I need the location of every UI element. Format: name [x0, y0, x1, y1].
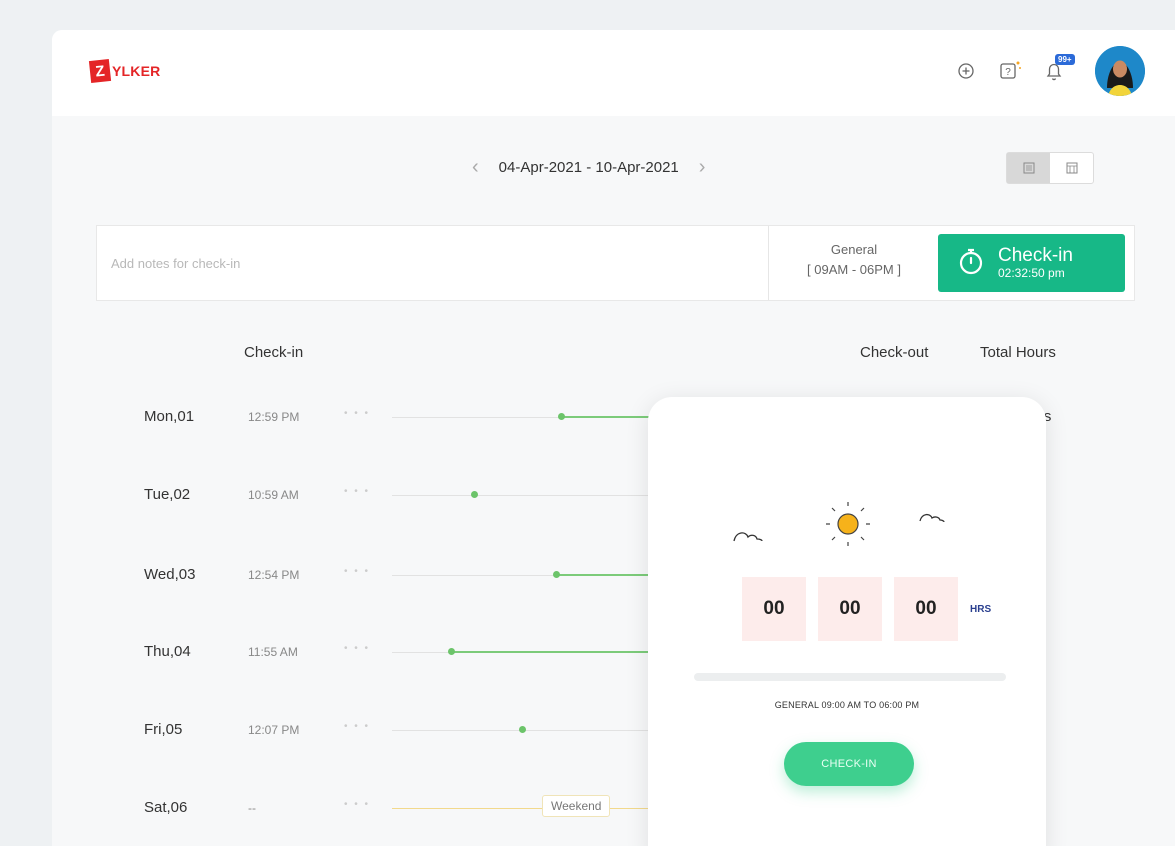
calendar-view-button[interactable] — [1050, 153, 1093, 183]
cloud-icon — [919, 513, 945, 523]
checkin-button-text: Check-in 02:32:50 pm — [998, 244, 1073, 280]
row-day: Thu,04 — [144, 643, 191, 660]
top-bar: Z YLKER ? 99+ — [52, 30, 1175, 116]
row-dots: • • • — [344, 408, 371, 419]
shift-hours: [ 09AM - 06PM ] — [807, 262, 901, 277]
row-checkin-time: 11:55 AM — [248, 645, 298, 659]
notification-badge: 99+ — [1055, 54, 1075, 65]
popup-checkin-button[interactable]: CHECK-IN — [784, 742, 914, 786]
timeline-dot — [448, 648, 455, 655]
stopwatch-icon — [956, 246, 986, 281]
row-checkin-time: 12:59 PM — [248, 410, 300, 424]
chevron-left-icon[interactable]: ‹ — [472, 156, 479, 179]
timeline-track — [392, 730, 672, 731]
column-header-checkout: Check-out — [860, 344, 929, 361]
checkin-button-time: 02:32:50 pm — [998, 265, 1065, 280]
notification-bell-icon[interactable]: 99+ — [1041, 54, 1075, 84]
add-circle-icon[interactable] — [953, 58, 979, 84]
svg-text:?: ? — [1005, 67, 1011, 78]
timeline-dot — [519, 726, 526, 733]
column-header-total-hours: Total Hours — [980, 344, 1056, 361]
timeline-dot — [558, 413, 565, 420]
row-dots: • • • — [344, 721, 371, 732]
timeline-track — [392, 495, 672, 496]
brand-logo[interactable]: Z YLKER — [88, 59, 161, 83]
row-dots: • • • — [344, 799, 371, 810]
weekend-tag: Weekend — [542, 795, 611, 817]
row-day: Mon,01 — [144, 408, 195, 425]
counter-unit: HRS — [970, 603, 992, 615]
row-checkin-time: 12:07 PM — [248, 723, 300, 737]
checkin-button[interactable]: Check-in 02:32:50 pm — [938, 234, 1125, 292]
minutes-counter-digit: 00 — [818, 577, 882, 641]
hours-counter-digit: 00 — [742, 577, 806, 641]
row-checkin-time: 12:54 PM — [248, 568, 300, 582]
checkin-popup: 00 00 00 HRS GENERAL 09:00 AM TO 06:00 P… — [648, 397, 1046, 846]
calendar-view-icon — [1066, 162, 1077, 174]
hours-counter: 00 00 00 HRS — [742, 577, 991, 641]
date-range-label: 04-Apr-2021 - 10-Apr-2021 — [498, 159, 679, 176]
app-window: Z YLKER ? 99+ ‹ 04-Apr-2021 - 10-Apr-202… — [52, 30, 1175, 846]
row-checkin-time: -- — [248, 801, 256, 815]
timeline-track — [392, 808, 672, 809]
row-dots: • • • — [344, 486, 371, 497]
checkin-bar: General [ 09AM - 06PM ] Check-in 02:32:5… — [96, 225, 1135, 301]
row-dots: • • • — [344, 566, 371, 577]
checkin-notes-input[interactable] — [97, 226, 769, 300]
column-header-checkin: Check-in — [244, 344, 304, 361]
checkin-button-label: Check-in — [998, 244, 1073, 266]
cloud-icon — [733, 532, 763, 542]
shift-info: General [ 09AM - 06PM ] — [779, 240, 929, 280]
row-day: Wed,03 — [144, 566, 196, 583]
sun-icon — [826, 502, 870, 546]
seconds-counter-digit: 00 — [894, 577, 958, 641]
shift-name: General — [830, 242, 878, 257]
row-day: Sat,06 — [144, 799, 188, 816]
header-actions: ? 99+ — [953, 46, 1145, 96]
logo-text: YLKER — [112, 63, 161, 79]
list-view-icon — [1023, 162, 1034, 174]
view-toggle — [1006, 152, 1094, 184]
list-view-button[interactable] — [1007, 153, 1050, 183]
chevron-right-icon[interactable]: › — [699, 156, 706, 179]
date-range-nav: ‹ 04-Apr-2021 - 10-Apr-2021 › — [472, 156, 705, 179]
weather-illustration — [733, 502, 945, 546]
row-day: Tue,02 — [144, 486, 191, 503]
row-checkin-time: 10:59 AM — [248, 488, 299, 502]
timeline-dot — [553, 571, 560, 578]
shift-progress-bar — [694, 673, 1006, 681]
help-icon[interactable]: ? — [997, 58, 1023, 84]
timeline-dot — [471, 491, 478, 498]
row-day: Fri,05 — [144, 721, 183, 738]
logo-mark: Z — [88, 59, 112, 83]
user-avatar[interactable] — [1095, 46, 1145, 96]
row-dots: • • • — [344, 643, 371, 654]
popup-shift-line: GENERAL 09:00 AM TO 06:00 PM — [774, 700, 920, 710]
